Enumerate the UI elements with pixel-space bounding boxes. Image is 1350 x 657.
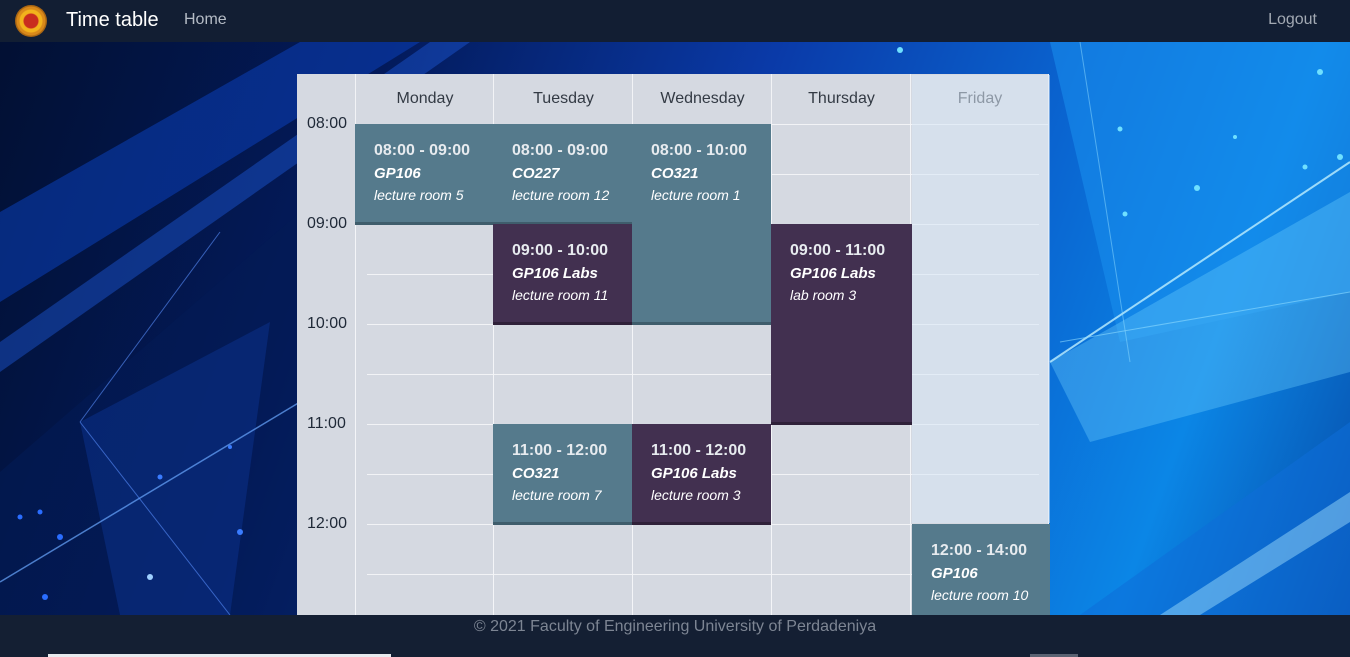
event-room: lecture room 5 (374, 187, 464, 203)
time-label: 10:00 (307, 315, 348, 332)
event-time: 08:00 - 09:00 (374, 142, 471, 159)
event-time: 11:00 - 12:00 (651, 442, 747, 459)
event-course: GP106 Labs (651, 465, 737, 482)
event-time: 08:00 - 09:00 (512, 142, 609, 159)
event-course: GP106 (374, 165, 421, 182)
event-time: 12:00 - 14:00 (931, 542, 1028, 559)
event-course: CO321 (512, 465, 560, 482)
day-header-friday: Friday (910, 74, 1049, 124)
footer-copyright: © 2021 Faculty of Engineering University… (473, 618, 877, 635)
nav-home-link[interactable]: Home (184, 11, 227, 29)
event-room: lecture room 10 (931, 587, 1029, 603)
event-tuesday-co321[interactable]: 11:00 - 12:00 CO321 lecture room 7 (493, 424, 632, 525)
event-tuesday-gp106-labs[interactable]: 09:00 - 10:00 GP106 Labs lecture room 11 (493, 224, 632, 325)
day-header-wednesday: Wednesday (632, 74, 772, 124)
event-course: GP106 Labs (512, 265, 598, 282)
event-friday-gp106[interactable]: 12:00 - 14:00 GP106 lecture room 10 (912, 524, 1050, 615)
day-header-thursday: Thursday (771, 74, 911, 124)
app-title[interactable]: Time table (66, 9, 159, 32)
event-room: lecture room 3 (651, 487, 741, 503)
event-time: 08:00 - 10:00 (651, 142, 748, 159)
time-label: 09:00 (307, 215, 348, 232)
event-room: lecture room 7 (512, 487, 602, 503)
event-monday-gp106[interactable]: 08:00 - 09:00 GP106 lecture room 5 (355, 124, 493, 225)
event-room: lecture room 11 (512, 287, 609, 303)
event-room: lecture room 12 (512, 187, 610, 203)
logout-link[interactable]: Logout (1268, 11, 1317, 29)
event-course: CO321 (651, 165, 699, 182)
event-wednesday-gp106-labs[interactable]: 11:00 - 12:00 GP106 Labs lecture room 3 (632, 424, 771, 525)
footer: © 2021 Faculty of Engineering University… (0, 615, 1350, 657)
event-room: lab room 3 (790, 287, 857, 303)
time-label: 12:00 (307, 515, 348, 532)
event-time: 09:00 - 11:00 (790, 242, 886, 259)
event-thursday-gp106-labs[interactable]: 09:00 - 11:00 GP106 Labs lab room 3 (771, 224, 912, 425)
grid-line (367, 374, 1039, 375)
day-header-monday: Monday (355, 74, 494, 124)
event-tuesday-co227[interactable]: 08:00 - 09:00 CO227 lecture room 12 (493, 124, 632, 225)
event-course: GP106 (931, 565, 978, 582)
event-course: CO227 (512, 165, 560, 182)
day-header-tuesday: Tuesday (493, 74, 633, 124)
university-logo-icon[interactable] (15, 5, 47, 37)
time-column: 08:00 09:00 10:00 11:00 12:00 (297, 74, 355, 615)
event-room: lecture room 1 (651, 187, 741, 203)
event-course: GP106 Labs (790, 265, 876, 282)
time-label: 11:00 (307, 415, 346, 432)
event-time: 09:00 - 10:00 (512, 242, 609, 259)
event-wednesday-co321[interactable]: 08:00 - 10:00 CO321 lecture room 1 (632, 124, 771, 325)
time-label: 08:00 (307, 115, 348, 132)
navbar: Time table Home Logout (0, 0, 1350, 42)
event-time: 11:00 - 12:00 (512, 442, 608, 459)
